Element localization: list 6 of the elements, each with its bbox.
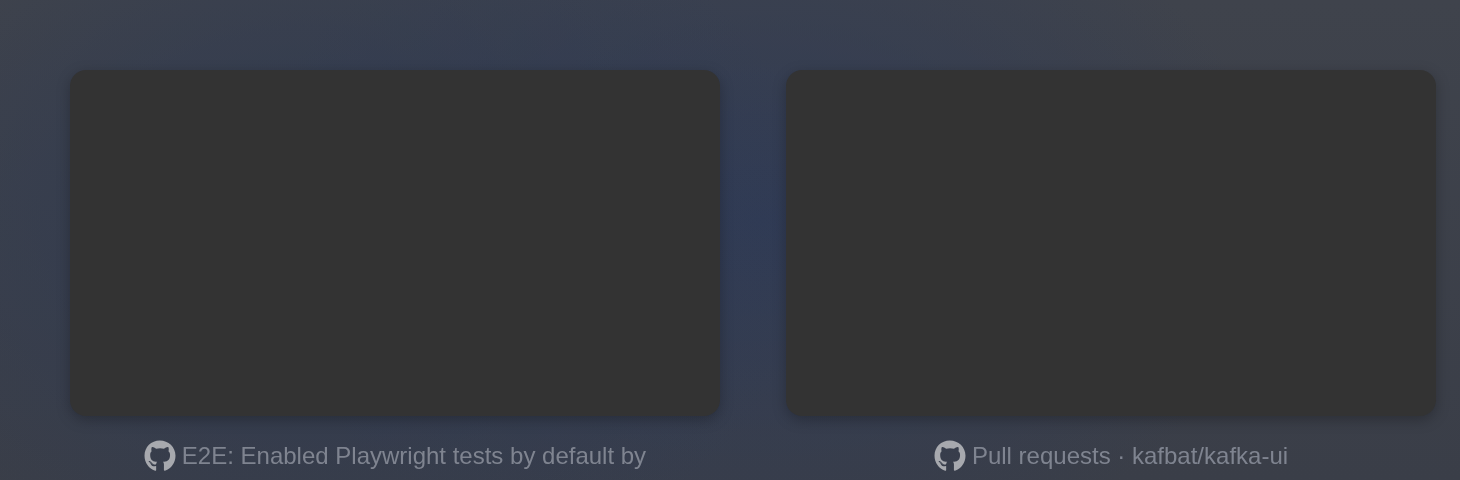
- window-title: Pull requests · kafbat/kafka-ui: [971, 442, 1289, 470]
- window-thumbnail[interactable]: [786, 70, 1436, 416]
- window-thumbnail[interactable]: [70, 70, 720, 416]
- logo-icon: [933, 440, 966, 472]
- window-title: E2E: Enabled Playwright tests by default by: [181, 442, 647, 470]
- logo-icon: [143, 440, 176, 472]
